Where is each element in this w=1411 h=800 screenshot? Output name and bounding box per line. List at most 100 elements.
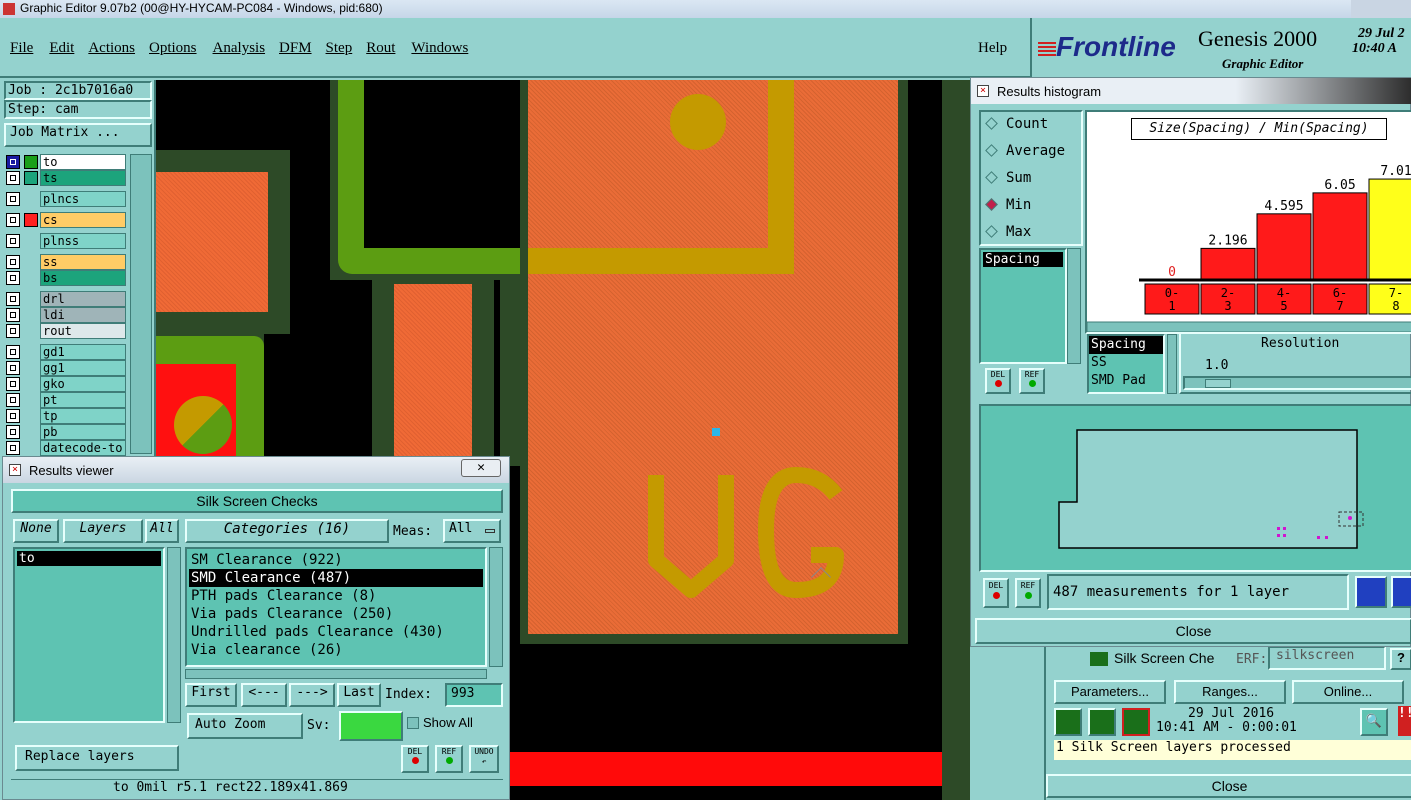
layer-name[interactable]: bs bbox=[40, 270, 126, 286]
layer-scrollbar[interactable] bbox=[130, 154, 152, 454]
histogram-close-button[interactable]: Close bbox=[975, 618, 1411, 644]
type-item-smd-pad[interactable]: SMD Pad bbox=[1089, 372, 1163, 390]
board-preview[interactable] bbox=[979, 404, 1411, 572]
job-matrix-button[interactable]: Job Matrix ... bbox=[4, 123, 152, 147]
layer-name[interactable]: rout bbox=[40, 323, 126, 339]
mode-radio-average[interactable]: Average bbox=[981, 139, 1081, 166]
category-list[interactable]: SM Clearance (922) SMD Clearance (487) PTH… bbox=[185, 547, 487, 667]
menu-dfm[interactable]: DFM bbox=[279, 40, 312, 57]
layer-checkbox[interactable] bbox=[6, 393, 20, 407]
ranges-button[interactable]: Ranges... bbox=[1174, 680, 1286, 704]
layer-row-datecode-to[interactable]: datecode-to bbox=[4, 440, 128, 456]
menu-windows[interactable]: Windows bbox=[411, 40, 468, 57]
histogram-titlebar[interactable]: × Results histogram bbox=[971, 78, 1411, 104]
layer-name[interactable]: pt bbox=[40, 392, 126, 408]
category-item[interactable]: SMD Clearance (487) bbox=[189, 569, 483, 587]
mode-radio-count[interactable]: Count bbox=[981, 112, 1081, 139]
show-all-checkbox[interactable] bbox=[407, 717, 419, 729]
layer-name[interactable]: gd1 bbox=[40, 344, 126, 360]
layer-name[interactable]: pb bbox=[40, 424, 126, 440]
resolution-slider[interactable] bbox=[1183, 376, 1411, 390]
layer-checkbox[interactable] bbox=[6, 292, 20, 306]
layer-checkbox[interactable] bbox=[6, 308, 20, 322]
layer-row-gko[interactable]: gko bbox=[4, 376, 128, 392]
layer-row-ss[interactable]: ss bbox=[4, 254, 128, 270]
erf-field[interactable]: silkscreen bbox=[1268, 646, 1386, 670]
histogram-bar[interactable] bbox=[1200, 247, 1256, 281]
run-icon-1[interactable] bbox=[1054, 708, 1082, 736]
menu-rout[interactable]: Rout bbox=[366, 40, 395, 57]
layer-checkbox[interactable] bbox=[6, 234, 20, 248]
layer-checkbox[interactable] bbox=[6, 377, 20, 391]
layer-row-drl[interactable]: drl bbox=[4, 291, 128, 307]
index-input[interactable]: 993 bbox=[445, 683, 503, 707]
results-viewer-close-button[interactable]: ✕ bbox=[461, 459, 501, 477]
type-item-spacing[interactable]: Spacing bbox=[1089, 336, 1163, 354]
layer-row-tp[interactable]: tp bbox=[4, 408, 128, 424]
layer-name[interactable]: datecode-to bbox=[40, 440, 126, 456]
last-button[interactable]: Last bbox=[337, 683, 381, 707]
layers-all-button[interactable]: All bbox=[145, 519, 179, 543]
hist-del-button-top[interactable]: DEL bbox=[985, 368, 1011, 394]
histogram-list-item[interactable]: Spacing bbox=[983, 252, 1063, 267]
layer-row-rout[interactable]: rout bbox=[4, 323, 128, 339]
menu-actions[interactable]: Actions bbox=[88, 40, 135, 57]
category-hscrollbar[interactable] bbox=[185, 669, 487, 679]
report-chart-icon-2[interactable] bbox=[1391, 576, 1411, 608]
replace-layers-dropdown[interactable]: Replace layers bbox=[15, 745, 179, 771]
layer-row-pb[interactable]: pb bbox=[4, 424, 128, 440]
hist-del-button[interactable]: DEL bbox=[983, 578, 1009, 608]
meas-dropdown[interactable]: All bbox=[443, 519, 501, 543]
layer-row-gd1[interactable]: gd1 bbox=[4, 344, 128, 360]
category-item[interactable]: Via pads Clearance (250) bbox=[189, 605, 483, 623]
type-list-scrollbar[interactable] bbox=[1167, 334, 1177, 394]
layer-checkbox[interactable] bbox=[6, 324, 20, 338]
layer-name[interactable]: gko bbox=[40, 376, 126, 392]
layer-row-plncs[interactable]: plncs bbox=[4, 191, 128, 207]
layer-name[interactable]: plnss bbox=[40, 233, 126, 249]
layer-row-cs[interactable]: cs bbox=[4, 212, 128, 228]
layer-name[interactable]: plncs bbox=[40, 191, 126, 207]
histogram-list[interactable]: Spacing bbox=[979, 248, 1067, 364]
category-item[interactable]: PTH pads Clearance (8) bbox=[189, 587, 483, 605]
layer-row-ts[interactable]: ts bbox=[4, 170, 128, 186]
zoom-icon[interactable]: 🔍 bbox=[1360, 708, 1388, 736]
category-item[interactable]: Via clearance (26) bbox=[189, 641, 483, 659]
checklist-close-button[interactable]: Close bbox=[1046, 774, 1411, 798]
menu-edit[interactable]: Edit bbox=[49, 40, 74, 57]
layer-name[interactable]: gg1 bbox=[40, 360, 126, 376]
type-list[interactable]: Spacing SS SMD Pad bbox=[1087, 334, 1165, 394]
layer-name[interactable]: drl bbox=[40, 291, 126, 307]
ref-button[interactable]: REF bbox=[435, 745, 463, 773]
layer-results-list[interactable]: to bbox=[13, 547, 165, 723]
mode-radio-min[interactable]: Min bbox=[981, 193, 1081, 220]
resolution-slider-thumb[interactable] bbox=[1205, 379, 1231, 388]
first-button[interactable]: First bbox=[185, 683, 237, 707]
layer-list-scrollbar[interactable] bbox=[167, 547, 181, 723]
layer-name[interactable]: ts bbox=[40, 170, 126, 186]
layer-checkbox[interactable] bbox=[6, 345, 20, 359]
layer-row-gg1[interactable]: gg1 bbox=[4, 360, 128, 376]
results-viewer-titlebar[interactable]: × Results viewer ✕ bbox=[3, 457, 509, 483]
histogram-bar[interactable] bbox=[1312, 192, 1368, 281]
layer-name[interactable]: to bbox=[40, 154, 126, 170]
menu-step[interactable]: Step bbox=[326, 40, 353, 57]
online-button[interactable]: Online... bbox=[1292, 680, 1404, 704]
layer-checkbox[interactable] bbox=[6, 425, 20, 439]
help-question-icon[interactable]: ? bbox=[1390, 648, 1411, 670]
layers-button[interactable]: Layers bbox=[63, 519, 143, 543]
layer-checkbox[interactable] bbox=[6, 155, 20, 169]
layer-checkbox[interactable] bbox=[6, 409, 20, 423]
report-chart-icon[interactable] bbox=[1355, 576, 1387, 608]
layer-checkbox[interactable] bbox=[6, 171, 20, 185]
mode-radio-max[interactable]: Max bbox=[981, 220, 1081, 247]
category-item[interactable]: Undrilled pads Clearance (430) bbox=[189, 623, 483, 641]
histogram-bar[interactable] bbox=[1368, 178, 1411, 281]
run-icon-3[interactable] bbox=[1122, 708, 1150, 736]
sv-color-dropdown[interactable] bbox=[339, 711, 403, 741]
layer-checkbox[interactable] bbox=[6, 192, 20, 206]
next-button[interactable]: ---> bbox=[289, 683, 335, 707]
layer-row-to[interactable]: to bbox=[4, 154, 128, 170]
layer-row-plnss[interactable]: plnss bbox=[4, 233, 128, 249]
layer-row-pt[interactable]: pt bbox=[4, 392, 128, 408]
